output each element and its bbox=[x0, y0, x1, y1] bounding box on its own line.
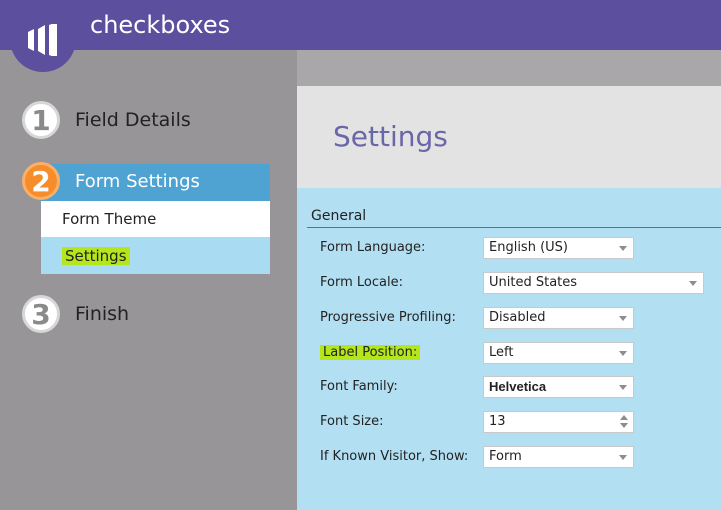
step-finish[interactable]: 3 Finish bbox=[22, 295, 129, 333]
font-family-label: Font Family: bbox=[320, 379, 398, 394]
chevron-down-icon bbox=[619, 246, 627, 251]
step-number-badge: 1 bbox=[22, 101, 60, 139]
step-label: Finish bbox=[75, 303, 130, 325]
progressive-profiling-label: Progressive Profiling: bbox=[320, 310, 456, 325]
select-value: Helvetica bbox=[489, 379, 547, 394]
stepper-arrows-icon[interactable] bbox=[620, 415, 628, 429]
chevron-down-icon bbox=[619, 316, 627, 321]
form-locale-select[interactable]: United States bbox=[483, 272, 704, 294]
section-divider bbox=[307, 227, 721, 228]
step-form-settings[interactable]: 2 Form Settings bbox=[22, 162, 200, 200]
select-value: Left bbox=[489, 345, 514, 360]
app-header: checkboxes bbox=[0, 0, 721, 50]
form-locale-label: Form Locale: bbox=[320, 275, 403, 290]
form-language-select[interactable]: English (US) bbox=[483, 237, 634, 259]
known-visitor-select[interactable]: Form bbox=[483, 446, 634, 468]
step-number-badge: 2 bbox=[22, 162, 60, 200]
step-label: Form Settings bbox=[75, 170, 200, 192]
page-title: Settings bbox=[333, 120, 448, 153]
form-locale-row: Form Locale: United States bbox=[297, 272, 721, 296]
step-number-badge: 3 bbox=[22, 295, 60, 333]
chevron-down-icon bbox=[619, 385, 627, 390]
font-family-row: Font Family: Helvetica bbox=[297, 376, 721, 400]
marketo-logo-icon[interactable] bbox=[10, 6, 76, 72]
section-title: General bbox=[311, 208, 367, 224]
font-family-select[interactable]: Helvetica bbox=[483, 376, 634, 398]
label-position-label-wrap: Label Position: bbox=[320, 345, 421, 360]
step-submenu: Form Theme Settings bbox=[41, 201, 270, 274]
top-toolbar-strip bbox=[297, 50, 721, 86]
app-title: checkboxes bbox=[90, 11, 231, 39]
select-value: United States bbox=[489, 275, 578, 290]
label-position-select[interactable]: Left bbox=[483, 342, 634, 364]
select-value: Disabled bbox=[489, 310, 546, 325]
step-label: Field Details bbox=[75, 109, 191, 131]
submenu-item-settings[interactable]: Settings bbox=[41, 237, 270, 274]
submenu-item-label: Form Theme bbox=[62, 210, 157, 228]
settings-header: Settings bbox=[297, 86, 721, 188]
stepper-value: 13 bbox=[489, 414, 506, 429]
logo-bars-icon bbox=[28, 24, 57, 56]
label-position-label: Label Position: bbox=[320, 345, 421, 360]
chevron-down-icon bbox=[619, 351, 627, 356]
chevron-down-icon bbox=[689, 281, 697, 286]
submenu-item-form-theme[interactable]: Form Theme bbox=[41, 201, 270, 237]
select-value: Form bbox=[489, 449, 522, 464]
font-size-label: Font Size: bbox=[320, 414, 384, 429]
chevron-down-icon bbox=[619, 455, 627, 460]
progressive-profiling-row: Progressive Profiling: Disabled bbox=[297, 307, 721, 331]
step-field-details[interactable]: 1 Field Details bbox=[22, 101, 191, 139]
form-language-label: Form Language: bbox=[320, 240, 426, 255]
known-visitor-row: If Known Visitor, Show: Form bbox=[297, 446, 721, 470]
known-visitor-label: If Known Visitor, Show: bbox=[320, 449, 469, 464]
settings-form: General Form Language: English (US) Form… bbox=[297, 188, 721, 510]
label-position-row: Label Position: Left bbox=[297, 342, 721, 366]
select-value: English (US) bbox=[489, 240, 568, 255]
submenu-item-label: Settings bbox=[62, 246, 130, 265]
form-language-row: Form Language: English (US) bbox=[297, 237, 721, 261]
font-size-row: Font Size: 13 bbox=[297, 411, 721, 435]
progressive-profiling-select[interactable]: Disabled bbox=[483, 307, 634, 329]
font-size-stepper[interactable]: 13 bbox=[483, 411, 634, 433]
